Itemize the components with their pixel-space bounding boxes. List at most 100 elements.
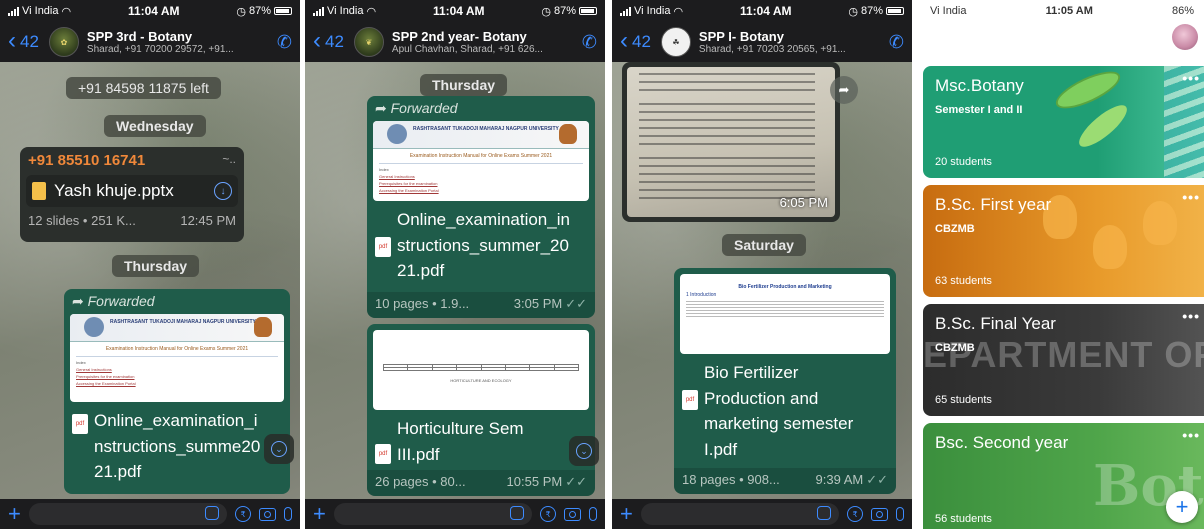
group-avatar[interactable]: ✿ xyxy=(48,27,79,57)
battery-icon xyxy=(274,7,292,15)
rupee-icon[interactable]: ₹ xyxy=(847,506,863,522)
message-bubble-pdf[interactable]: ➦ Forwarded RASHTRASANT TUKADOJI MAHARAJ… xyxy=(367,96,595,318)
more-options-icon[interactable]: ••• xyxy=(1182,308,1200,324)
class-card-msc-botany[interactable]: Msc.Botany Semester I and II 20 students… xyxy=(923,66,1204,178)
plus-icon[interactable]: + xyxy=(8,503,21,525)
message-bubble-pdf[interactable]: Bio Fertilizer Production and Marketing … xyxy=(674,268,896,494)
class-name[interactable]: Bsc. Second year xyxy=(935,433,1068,453)
image-message[interactable]: 6:05 PM xyxy=(622,62,840,222)
download-icon[interactable]: ↓ xyxy=(214,182,232,200)
camera-icon[interactable] xyxy=(564,507,581,521)
back-button[interactable]: ‹ 42 xyxy=(620,26,651,54)
message-input-bar: + ₹ xyxy=(612,499,912,529)
file-row[interactable]: pdf Online_examination_instructions_summ… xyxy=(367,201,595,290)
back-button[interactable]: ‹ 42 xyxy=(313,28,344,53)
status-time: 11:04 AM xyxy=(127,4,180,18)
battery-percent: 86% xyxy=(1171,5,1194,17)
carrier: Vi India ◠ xyxy=(313,5,376,18)
group-members: Sharad, +91 70203 20565, +91... xyxy=(698,44,846,55)
message-input[interactable] xyxy=(28,503,227,525)
message-bubble-pdf[interactable]: HORTICULTURE AND ECOLOGY pdf Horticultur… xyxy=(367,324,595,496)
rupee-icon[interactable]: ₹ xyxy=(235,506,251,522)
message-bubble-pdf[interactable]: ➦ Forwarded RASHTRASANT TUKADOJI MAHARAJ… xyxy=(64,289,290,494)
carrier: Vi India ◠ xyxy=(620,5,683,18)
pdf-preview[interactable]: RASHTRASANT TUKADOJI MAHARAJ NAGPUR UNIV… xyxy=(373,121,589,201)
wifi-icon: ◠ xyxy=(673,5,684,18)
file-row[interactable]: pdf Horticulture Sem III.pdf xyxy=(367,410,595,473)
file-name: Bio Fertilizer Production and marketing … xyxy=(704,363,854,459)
preview-subtitle: 1 Introduction xyxy=(686,292,717,298)
class-card-bsc-final-year[interactable]: EPARTMENT OF BOTA B.Sc. Final Year CBZMB… xyxy=(923,304,1204,416)
more-options-icon[interactable]: ••• xyxy=(1182,427,1200,443)
sender-extra: ~.. xyxy=(222,152,236,166)
pdf-preview[interactable]: Bio Fertilizer Production and Marketing … xyxy=(680,274,890,354)
add-call-icon[interactable]: ✆ xyxy=(889,32,904,53)
sticker-icon[interactable] xyxy=(817,506,831,520)
plus-icon[interactable]: + xyxy=(313,503,326,525)
back-button[interactable]: ‹ 42 xyxy=(8,28,39,53)
sender-name[interactable]: +91 85510 16741 xyxy=(28,152,145,169)
class-name[interactable]: Msc.Botany xyxy=(935,76,1024,96)
file-attachment[interactable]: Yash khuje.pptx ↓ xyxy=(26,175,238,207)
scroll-down-button[interactable]: ⌄ xyxy=(569,436,599,466)
signal-icon xyxy=(313,6,324,16)
signal-icon xyxy=(8,6,19,16)
message-input[interactable] xyxy=(333,503,532,525)
doc-link: Prerequisites for the examination xyxy=(76,374,135,379)
message-time: 12:45 PM xyxy=(180,213,236,228)
file-row[interactable]: pdf Online_examination_instructions_summ… xyxy=(64,402,290,491)
add-call-icon[interactable]: ✆ xyxy=(277,32,292,53)
camera-icon[interactable] xyxy=(871,507,888,521)
rupee-icon[interactable]: ₹ xyxy=(540,506,556,522)
group-avatar[interactable]: ❦ xyxy=(353,27,384,57)
tulip-illustration xyxy=(1143,201,1177,245)
account-avatar[interactable] xyxy=(1172,24,1198,50)
battery-group: ◷ 87% xyxy=(236,5,292,18)
alarm-icon: ◷ xyxy=(541,5,551,18)
camera-icon[interactable] xyxy=(259,507,276,521)
mic-icon[interactable] xyxy=(589,507,597,521)
more-options-icon[interactable]: ••• xyxy=(1182,70,1200,86)
file-name: Horticulture Sem III.pdf xyxy=(397,419,524,464)
pdf-preview[interactable]: HORTICULTURE AND ECOLOGY xyxy=(373,330,589,410)
file-row[interactable]: pdf Bio Fertilizer Production and market… xyxy=(674,354,896,468)
carrier-name: Vi India xyxy=(22,5,59,17)
pptx-icon xyxy=(32,182,46,200)
doc-header: RASHTRASANT TUKADOJI MAHARAJ NAGPUR UNIV… xyxy=(70,314,284,342)
group-members: Apul Chavhan, Sharad, +91 626... xyxy=(391,44,543,55)
date-separator: Thursday xyxy=(420,74,508,96)
mic-icon[interactable] xyxy=(284,507,292,521)
date-separator: Saturday xyxy=(722,234,806,256)
plus-icon[interactable]: + xyxy=(620,503,633,525)
group-info[interactable]: SPP 2nd year- Botany Apul Chavhan, Shara… xyxy=(392,29,578,55)
add-call-icon[interactable]: ✆ xyxy=(582,32,597,53)
mic-icon[interactable] xyxy=(896,507,904,521)
class-card-bsc-first-year[interactable]: B.Sc. First year CBZMB 63 students ••• xyxy=(923,185,1204,297)
message-bubble-pptx[interactable]: +91 85510 16741 ~.. Yash khuje.pptx ↓ 12… xyxy=(20,147,244,242)
sticker-icon[interactable] xyxy=(205,506,219,520)
group-info[interactable]: SPP 3rd - Botany Sharad, +91 70200 29572… xyxy=(87,29,273,55)
more-options-icon[interactable]: ••• xyxy=(1182,189,1200,205)
class-name[interactable]: B.Sc. Final Year xyxy=(935,314,1056,334)
scroll-down-button[interactable]: ⌄ xyxy=(264,434,294,464)
forward-icon[interactable]: ➦ xyxy=(830,76,858,104)
chevron-down-icon: ⌄ xyxy=(271,441,287,457)
sticker-icon[interactable] xyxy=(510,506,524,520)
class-name[interactable]: B.Sc. First year xyxy=(935,195,1051,215)
pdf-preview[interactable]: RASHTRASANT TUKADOJI MAHARAJ NAGPUR UNIV… xyxy=(70,314,284,402)
student-count: 63 students xyxy=(935,275,992,287)
group-avatar[interactable]: ☘ xyxy=(660,27,691,57)
read-ticks-icon: ✓✓ xyxy=(565,296,587,311)
battery-percent: 87% xyxy=(553,5,576,17)
doc-title: Examination Instruction Manual for Onlin… xyxy=(105,346,249,352)
message-time: 6:05 PM xyxy=(779,195,828,210)
message-input[interactable] xyxy=(640,503,839,525)
chevron-left-icon: ‹ xyxy=(620,26,628,54)
pea-pod-illustration xyxy=(1073,99,1133,153)
class-card-bsc-second-year[interactable]: Bota Bsc. Second year 56 students ••• xyxy=(923,423,1204,529)
group-info[interactable]: SPP I- Botany Sharad, +91 70203 20565, +… xyxy=(699,29,885,55)
group-title: SPP 2nd year- Botany xyxy=(391,29,527,44)
file-meta: 26 pages • 80... xyxy=(375,474,466,489)
add-class-button[interactable]: + xyxy=(1166,491,1198,523)
chat-header: ‹ 42 ✿ SPP 3rd - Botany Sharad, +91 70200… xyxy=(0,22,300,62)
